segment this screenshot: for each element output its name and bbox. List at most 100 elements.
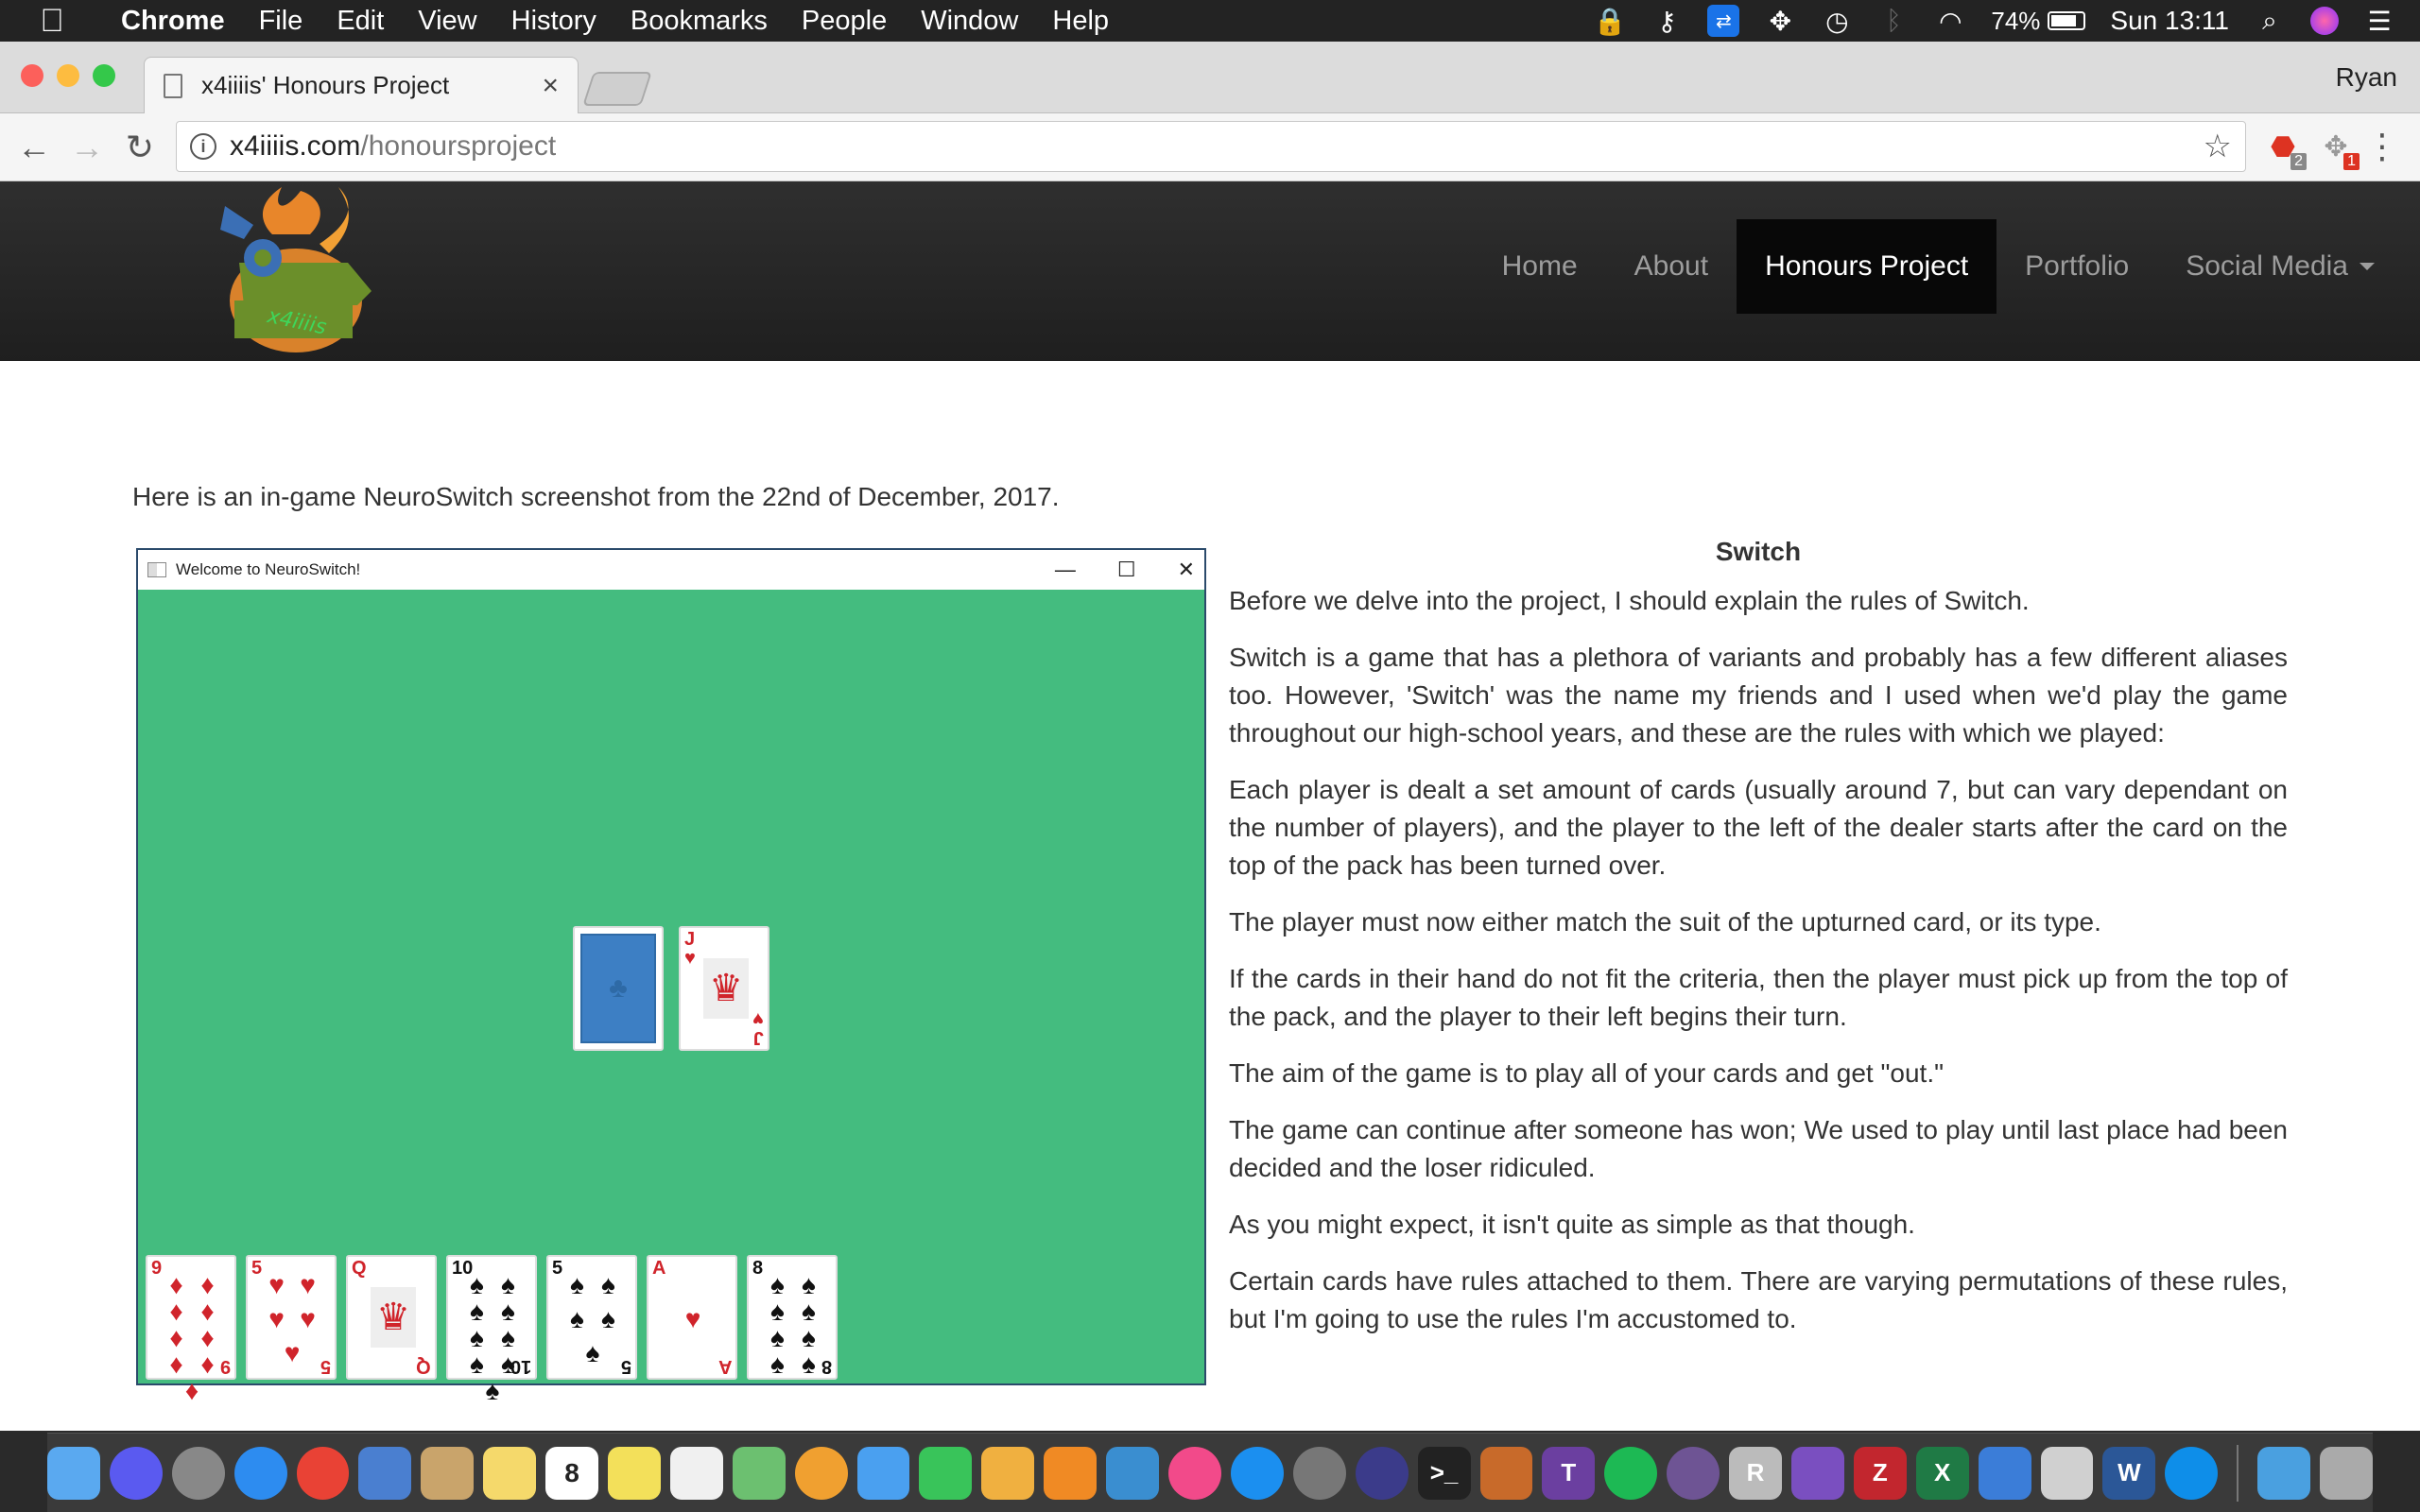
xcode-icon[interactable] [1978,1446,2031,1500]
filezilla-icon[interactable]: Z [1853,1446,1907,1500]
bluetooth-icon[interactable]: ᛒ [1877,5,1910,37]
extension-adblock-icon[interactable]: ⬣ 2 [2263,127,2307,170]
game-app-icon [147,562,166,577]
maps-icon[interactable] [732,1446,786,1500]
menu-bookmarks[interactable]: Bookmarks [614,6,785,37]
close-tab-icon[interactable]: × [542,70,559,102]
suit-pip-icon: ♠ [601,1304,615,1333]
minimize-window-button[interactable] [57,64,79,87]
address-bar[interactable]: i x4iiiis.com/honoursproject ☆ [176,121,2246,172]
suit-pip-icon: ♠ [802,1349,816,1379]
menubar-clock[interactable]: Sun 13:11 [2110,6,2229,36]
eclipse-icon[interactable] [1355,1446,1409,1500]
teamviewer-status-icon[interactable]: ⇄ [1707,5,1740,37]
notification-center-icon[interactable]: ☰ [2363,5,2395,37]
nav-home[interactable]: Home [1474,219,1606,314]
network-icon[interactable] [2040,1446,2094,1500]
new-tab-button[interactable] [582,72,652,106]
macos-menu-bar:  Chrome File Edit View History Bookmark… [0,0,2420,42]
nav-honours-project[interactable]: Honours Project [1737,219,1997,314]
bookmark-star-icon[interactable]: ☆ [2204,128,2232,165]
github-icon[interactable] [1667,1446,1720,1500]
extension-badge: 1 [2343,153,2360,170]
menu-people[interactable]: People [785,6,904,37]
tab-active[interactable]: x4iiiis' Honours Project × [144,57,579,113]
back-button[interactable]: ← [8,128,60,167]
apple-menu-icon[interactable]:  [0,3,104,40]
teamviewer-icon[interactable] [2165,1446,2219,1500]
spotify-icon[interactable] [1604,1446,1658,1500]
preferences-icon[interactable] [1292,1446,1346,1500]
suit-pip-icon: ♠ [601,1270,615,1299]
facetime-icon[interactable] [919,1446,973,1500]
menu-edit[interactable]: Edit [320,6,401,37]
menu-history[interactable]: History [494,6,614,37]
wifi-icon[interactable]: ◠ [1934,5,1966,37]
site-logo[interactable]: x4iiiis [216,187,376,355]
itunes-icon[interactable] [1168,1446,1221,1500]
nav-portfolio[interactable]: Portfolio [1996,219,2157,314]
card-rank: Q [352,1258,367,1279]
messages-icon[interactable] [856,1446,910,1500]
menu-view[interactable]: View [401,6,493,37]
keynote-icon[interactable] [981,1446,1035,1500]
forward-button[interactable]: → [60,128,113,167]
nav-about[interactable]: About [1606,219,1737,314]
tex-icon[interactable]: T [1542,1446,1596,1500]
close-window-button[interactable] [21,64,43,87]
suit-pip-icon: ♠ [802,1297,816,1326]
menu-app-chrome[interactable]: Chrome [104,6,242,37]
calendar-icon[interactable]: 8 [545,1446,599,1500]
spotlight-search-icon[interactable]: ⌕ [2254,5,2286,37]
card-pips: ♥ ♥ ♥ ♥ ♥ [261,1272,323,1366]
time-machine-icon[interactable]: ◷ [1821,5,1853,37]
profile-button[interactable]: Ryan [2336,62,2397,93]
reload-button[interactable]: ↻ [113,128,166,167]
chrome-icon[interactable] [296,1446,350,1500]
puzzle-icon[interactable]: ✥ [1764,5,1796,37]
menu-help[interactable]: Help [1035,6,1126,37]
siri-menubar-icon[interactable] [2310,7,2339,35]
reminders-icon[interactable] [669,1446,723,1500]
excel-icon[interactable]: X [1915,1446,1969,1500]
battery-status[interactable]: 74% [1991,6,2086,36]
lock-icon[interactable]: 🔒 [1594,5,1627,37]
key-icon[interactable]: ⚷ [1651,5,1683,37]
appstore-icon[interactable] [1230,1446,1284,1500]
presentation-icon[interactable] [1106,1446,1160,1500]
photos-icon[interactable] [794,1446,848,1500]
article-paragraph: Each player is dealt a set amount of car… [1229,775,2288,880]
downloads-icon[interactable] [2257,1446,2311,1500]
nav-social-media[interactable]: Social Media [2157,219,2420,314]
preview-icon[interactable] [421,1446,475,1500]
safari-icon[interactable] [233,1446,287,1500]
stickies-icon[interactable] [608,1446,661,1500]
mail-icon[interactable] [358,1446,412,1500]
suit-pip-icon: ♠ [470,1349,484,1379]
battery-percent: 74% [1991,6,2041,35]
extension-badge: 2 [2290,153,2307,170]
notes-icon[interactable] [483,1446,537,1500]
suit-pip-icon: ♠ [470,1297,484,1326]
extension-puzzle-icon[interactable]: ✥ 1 [2316,127,2360,170]
menu-window[interactable]: Window [904,6,1035,37]
suit-pip-icon: ♠ [770,1297,785,1326]
suit-pip-icon: ♥ [684,1304,701,1333]
zoom-window-button[interactable] [93,64,115,87]
visualstudio-icon[interactable] [1790,1446,1844,1500]
trash-icon[interactable] [2320,1446,2373,1500]
suit-pip-icon: ♠ [501,1270,515,1299]
books-icon[interactable] [1044,1446,1098,1500]
terminal-icon[interactable]: >_ [1417,1446,1471,1500]
siri-icon[interactable] [109,1446,163,1500]
article-paragraph: If the cards in their hand do not fit th… [1229,964,2288,1031]
finder-icon[interactable] [47,1446,100,1500]
launchpad-icon[interactable] [171,1446,225,1500]
menu-file[interactable]: File [242,6,320,37]
site-info-icon[interactable]: i [190,133,216,160]
word-icon[interactable]: W [2102,1446,2156,1500]
chrome-menu-icon[interactable]: ⋮ [2365,127,2399,166]
r-icon[interactable]: R [1729,1446,1782,1500]
garageband-icon[interactable] [1479,1446,1533,1500]
hand-card: 5 ♥ ♥ ♥ ♥ ♥ 5 [246,1255,337,1380]
